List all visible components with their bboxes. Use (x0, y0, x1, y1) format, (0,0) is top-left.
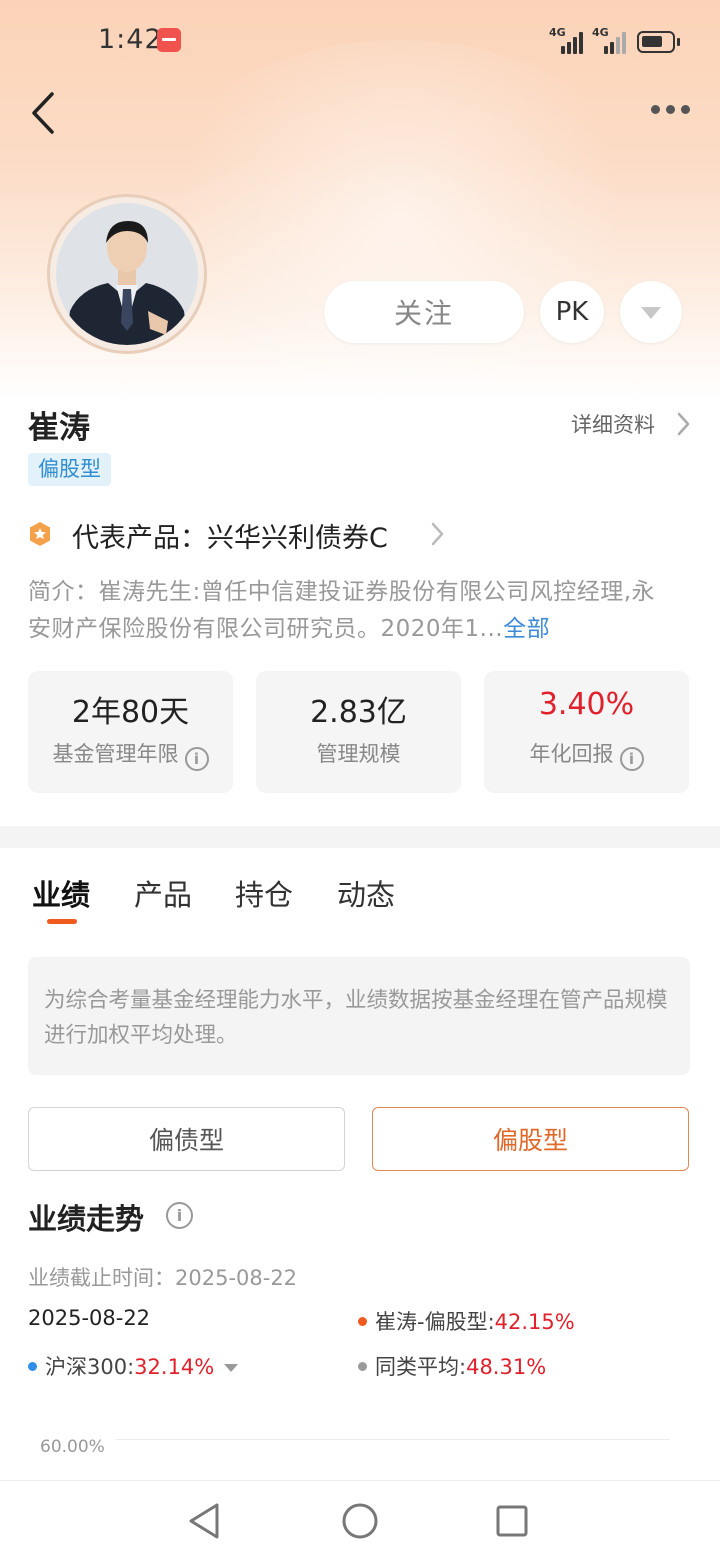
segment-bond-type[interactable]: 偏债型 (28, 1107, 345, 1171)
stat-card-tenure: 2年80天 基金管理年限 i (28, 671, 233, 793)
intro-text: 简介：崔涛先生:曾任中信建投证券股份有限公司风控经理,永安财产保险股份有限公司研… (28, 579, 656, 642)
chevron-left-icon (32, 92, 54, 134)
stat-label: 基金管理年限 i (28, 738, 233, 771)
info-icon: i (166, 1202, 193, 1229)
as-of-date: 业绩截止时间：2025-08-22 (28, 1262, 297, 1292)
medal-icon (30, 522, 50, 546)
as-of-label: 业绩截止时间： (28, 1266, 175, 1290)
caret-down-icon (224, 1364, 239, 1372)
manager-name: 崔涛 (28, 410, 90, 446)
follow-button[interactable]: 关注 (324, 281, 524, 343)
tab-holdings[interactable]: 持仓 (235, 872, 293, 914)
stat-label-text: 年化回报 (529, 742, 614, 766)
stat-value: 2年80天 (71, 695, 190, 730)
intro-expand-link[interactable]: 全部 (503, 616, 550, 642)
info-icon[interactable]: i (184, 747, 209, 771)
tab-news[interactable]: 动态 (337, 872, 395, 914)
selected-date: 2025-08-22 (28, 1306, 151, 1330)
chevron-right-icon (677, 412, 690, 436)
stat-card-scale: 2.83亿 管理规模 (256, 671, 461, 793)
nav-back-icon[interactable] (183, 1499, 227, 1543)
nav-recents-icon[interactable] (490, 1499, 534, 1543)
stat-value: 2.83亿 (310, 695, 407, 730)
tab-products[interactable]: 产品 (134, 872, 192, 914)
chevron-right-icon (431, 522, 444, 546)
section-divider (0, 826, 720, 848)
legend-manager: 崔涛-偏股型:42.15% (358, 1306, 575, 1336)
as-of-value: 2025-08-22 (175, 1266, 298, 1290)
fund-type-tag: 偏股型 (28, 453, 111, 486)
active-tab-indicator (47, 919, 77, 924)
tab-performance[interactable]: 业绩 (32, 872, 90, 914)
legend-value: 32.14% (134, 1355, 215, 1379)
stat-label: 管理规模 (256, 738, 461, 768)
weighting-note: 为综合考量基金经理能力水平，业绩数据按基金经理在管产品规模进行加权平均处理。 (28, 957, 690, 1075)
chart-y-tick: 60.00% (40, 1437, 105, 1457)
legend-value: 42.15% (494, 1310, 575, 1334)
stat-value: 3.40% (538, 687, 635, 722)
manager-intro: 简介：崔涛先生:曾任中信建投证券股份有限公司风控经理,永安财产保险股份有限公司研… (28, 574, 678, 648)
legend-dot (28, 1362, 37, 1371)
section-title: 业绩走势 (28, 1202, 145, 1236)
system-navigation-bar (0, 1480, 720, 1560)
representative-product[interactable]: 代表产品：兴华兴利债券C (72, 516, 388, 555)
stat-label-text: 管理规模 (316, 742, 401, 766)
status-bar: 1:42 4G 4G (0, 18, 720, 66)
more-options-button[interactable] (648, 100, 692, 120)
stat-card-annual-return: 3.40% 年化回报 i (484, 671, 689, 793)
legend-name: 同类平均: (375, 1355, 467, 1379)
legend-dot (358, 1362, 367, 1371)
segment-equity-type[interactable]: 偏股型 (372, 1107, 689, 1171)
legend-name: 沪深300: (45, 1355, 135, 1379)
legend-dot (358, 1317, 367, 1326)
performance-info-button[interactable]: i (166, 1202, 193, 1229)
legend-peer-average: 同类平均:48.31% (358, 1351, 546, 1381)
detail-info-link[interactable]: 详细资料 (571, 409, 655, 439)
manager-photo (56, 203, 198, 345)
legend-value: 48.31% (466, 1355, 547, 1379)
legend-name: 崔涛-偏股型: (375, 1310, 495, 1334)
stat-label-text: 基金管理年限 (52, 742, 179, 766)
legend-benchmark[interactable]: 沪深300:32.14% (28, 1351, 239, 1381)
stat-label: 年化回报 i (484, 738, 689, 771)
expand-dropdown-button[interactable] (620, 281, 682, 343)
back-button[interactable] (28, 90, 68, 136)
notification-icon (157, 28, 181, 52)
battery-icon (637, 31, 680, 53)
status-time: 1:42 (98, 24, 163, 55)
info-icon[interactable]: i (619, 747, 644, 771)
pk-button[interactable]: PK (540, 281, 604, 343)
chart-gridline (116, 1439, 670, 1440)
nav-home-icon[interactable] (338, 1499, 382, 1543)
avatar (47, 194, 207, 354)
